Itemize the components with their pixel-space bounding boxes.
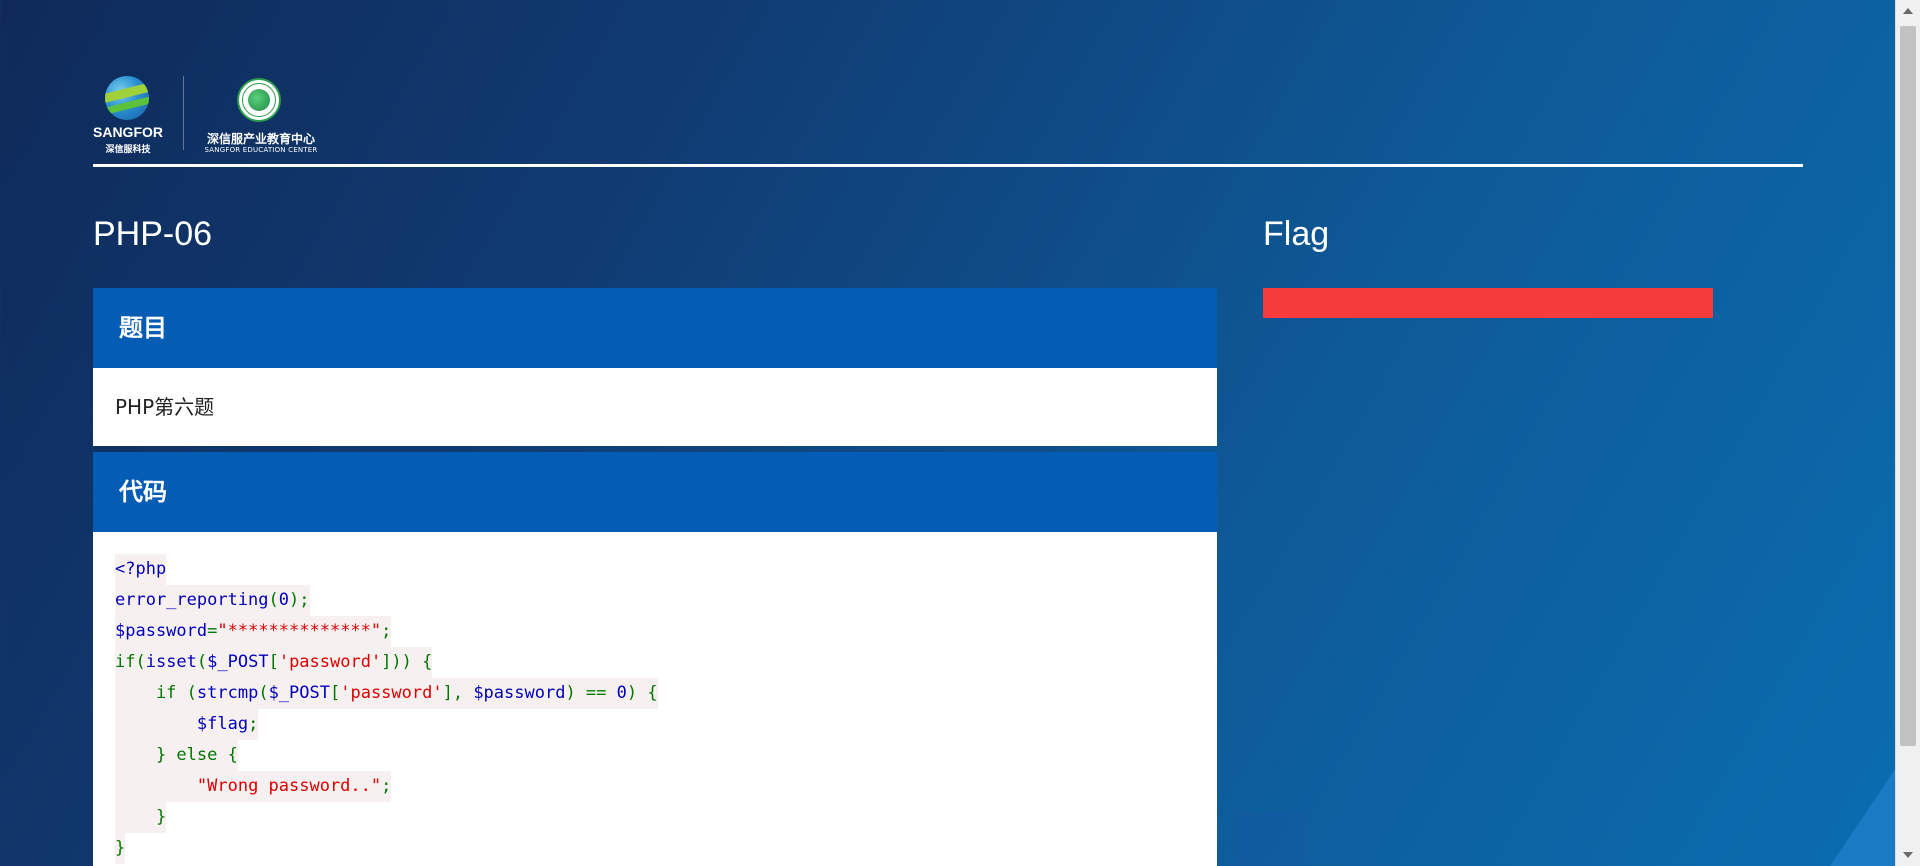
challenge-column: PHP-06 题目 PHP第六题 代码 <?php error_reporting… (93, 210, 1217, 866)
code-line: if(isset($_POST['password'])) { (115, 647, 433, 678)
code-line: } (115, 802, 167, 833)
code-token: ; (381, 621, 392, 641)
code-line: $password="**************"; (115, 616, 392, 647)
scrollbar-thumb[interactable] (1900, 26, 1916, 746)
code-token: = (207, 621, 218, 641)
code-body[interactable]: <?php error_reporting(0); $password="*****… (93, 532, 1217, 866)
code-token: ) == (565, 683, 617, 703)
code-token: } (115, 838, 126, 858)
code-token: ], (442, 683, 474, 703)
question-body: PHP第六题 (93, 368, 1217, 446)
code-token: "**************" (217, 621, 382, 641)
code-line: } else { (115, 740, 238, 771)
code-token: ])) { (381, 652, 433, 672)
code-token: ); (289, 590, 310, 610)
source-code[interactable]: <?php error_reporting(0); $password="*****… (115, 554, 1217, 864)
code-token: $password (115, 621, 208, 641)
code-line: } (115, 833, 126, 864)
code-line: if (strcmp($_POST['password'], $password… (115, 678, 658, 709)
sangfor-logo: SANGFOR 深信服科技 (93, 76, 163, 156)
question-panel: 题目 PHP第六题 (93, 288, 1217, 446)
brand-subtitle: 深信服科技 (105, 145, 151, 155)
code-token: <?php (115, 559, 167, 579)
page-container: SANGFOR 深信服科技 深信服产业教育中心 SANGFOR EDUCATIO… (93, 0, 1803, 866)
education-center-name: 深信服产业教育中心 (206, 132, 315, 146)
code-token: 0 (278, 590, 290, 610)
code-token: } (115, 807, 167, 827)
code-line: error_reporting(0); (115, 585, 310, 616)
code-panel: 代码 <?php error_reporting(0); $password="**… (93, 452, 1217, 866)
code-token: } else { (115, 745, 238, 765)
education-center-badge-icon (237, 78, 281, 122)
header: SANGFOR 深信服科技 深信服产业教育中心 SANGFOR EDUCATIO… (93, 72, 1803, 162)
education-center-subtitle: SANGFOR EDUCATION CENTER (204, 146, 318, 154)
code-line: "Wrong password.."; (115, 771, 392, 802)
code-heading: 代码 (93, 452, 1217, 532)
question-heading: 题目 (93, 288, 1217, 368)
code-token: $flag (196, 714, 249, 734)
code-token: 0 (616, 683, 627, 703)
code-token: $_POST (207, 652, 269, 672)
code-token: ) { (626, 683, 658, 703)
code-line: <?php (115, 554, 167, 585)
scroll-up-arrow-icon[interactable] (1903, 8, 1913, 14)
scroll-down-arrow-icon[interactable] (1903, 852, 1913, 858)
code-token: ; (381, 776, 392, 796)
flag-value-bar (1263, 288, 1713, 318)
code-token: strcmp (196, 683, 259, 703)
code-token: "Wrong password.." (196, 776, 382, 796)
flag-title: Flag (1263, 215, 1330, 253)
brand-name: SANGFOR (93, 124, 163, 140)
page-title: PHP-06 (93, 215, 213, 253)
vertical-scrollbar[interactable] (1895, 0, 1920, 866)
sangfor-globe-icon (105, 76, 149, 120)
code-token: 'password' (340, 683, 443, 703)
code-line: $flag; (115, 709, 259, 740)
code-token: ( (268, 590, 279, 610)
code-token: $password (473, 683, 566, 703)
flag-column: Flag (1263, 210, 1803, 318)
code-token: [ (268, 652, 279, 672)
code-token: $_POST (268, 683, 330, 703)
code-token: ( (258, 683, 269, 703)
background-decoration-corner (1830, 768, 1896, 866)
code-token: if ( (115, 683, 197, 703)
education-center-logo: 深信服产业教育中心 SANGFOR EDUCATION CENTER (201, 78, 321, 154)
code-token: isset (145, 652, 197, 672)
logo-divider (183, 76, 184, 150)
header-divider (93, 164, 1803, 167)
code-token: 'password' (278, 652, 382, 672)
code-token: error_reporting (115, 590, 269, 610)
code-token: [ (329, 683, 341, 703)
code-token: ( (196, 652, 208, 672)
code-token: ; (248, 714, 259, 734)
code-token: if( (115, 652, 146, 672)
